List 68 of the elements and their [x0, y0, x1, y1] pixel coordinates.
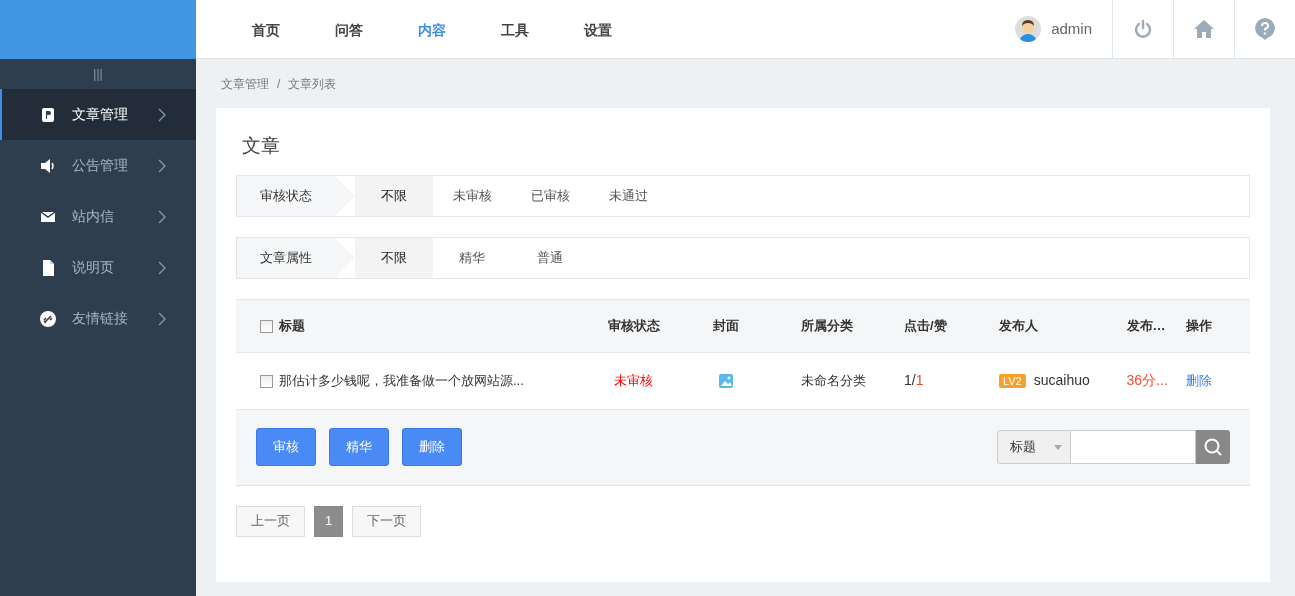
breadcrumb-separator: /	[277, 75, 281, 93]
article-title[interactable]: 那估计多少钱呢，我准备做一个放网站源...	[279, 372, 524, 388]
caret-icon	[1054, 444, 1062, 450]
nav-tab[interactable]: 首页	[224, 0, 307, 58]
sidebar-item[interactable]: 站内信	[0, 191, 196, 242]
breadcrumb-item: 文章列表	[288, 75, 337, 93]
nav-tab[interactable]: 问答	[307, 0, 390, 58]
user-name[interactable]: admin	[1051, 17, 1092, 41]
filter-label: 审核状态	[237, 175, 335, 216]
level-badge: LV2	[998, 374, 1026, 388]
search-icon	[1203, 437, 1223, 457]
sidebar-label: 文章管理	[72, 105, 129, 124]
column-header: 点击/赞	[903, 317, 947, 333]
column-header: 操作	[1186, 317, 1212, 333]
column-header: 封面	[713, 317, 739, 333]
nav-tab[interactable]: 工具	[473, 0, 556, 58]
search-button[interactable]	[1196, 430, 1230, 464]
sidebar-label: 说明页	[72, 258, 115, 277]
home-icon[interactable]	[1194, 20, 1214, 38]
action-button[interactable]: 精华	[329, 428, 389, 466]
filter-label: 文章属性	[237, 237, 335, 278]
sidebar-item[interactable]: 友情链接	[0, 293, 196, 344]
link-icon	[40, 310, 56, 327]
action-button[interactable]: 审核	[256, 428, 316, 466]
speaker-icon	[40, 157, 56, 174]
row-checkbox[interactable]	[260, 374, 273, 388]
chevron-icon	[158, 107, 166, 122]
publish-time: 36分...	[1126, 372, 1168, 388]
delete-link[interactable]: 删除	[1186, 372, 1212, 388]
sidebar-label: 友情链接	[72, 309, 129, 328]
help-icon[interactable]	[1255, 18, 1275, 40]
breadcrumb-item[interactable]: 文章管理	[221, 74, 269, 93]
filter-option[interactable]: 不限	[355, 175, 433, 216]
chevron-icon	[158, 311, 166, 326]
file-icon	[40, 259, 56, 276]
column-header: 发布人	[998, 317, 1038, 333]
nav-tab[interactable]: 设置	[556, 0, 639, 58]
column-header: 审核状态	[607, 317, 660, 333]
search-field-label: 标题	[1010, 438, 1036, 457]
sidebar-item[interactable]: 说明页	[0, 242, 196, 293]
sidebar-item[interactable]: 公告管理	[0, 140, 196, 191]
prev-page-button[interactable]: 上一页	[236, 505, 305, 537]
chevron-icon	[158, 209, 166, 224]
article-icon	[40, 106, 56, 123]
click-like-count: 1/1	[903, 372, 924, 388]
next-page-button[interactable]: 下一页	[352, 505, 422, 537]
sidebar-item[interactable]: 文章管理	[0, 89, 196, 140]
image-icon[interactable]	[719, 374, 733, 389]
category-text: 未命名分类	[801, 372, 866, 388]
chevron-icon	[158, 260, 166, 275]
action-button[interactable]: 删除	[402, 428, 462, 466]
search-input[interactable]	[1071, 430, 1196, 464]
filter-option[interactable]: 不限	[355, 237, 433, 278]
sidebar-label: 公告管理	[72, 156, 129, 175]
avatar-icon[interactable]	[1015, 16, 1042, 42]
search-field-select[interactable]: 标题	[997, 430, 1071, 464]
select-all-checkbox[interactable]	[260, 319, 273, 333]
status-text: 未审核	[614, 372, 653, 388]
column-header: 标题	[279, 317, 305, 333]
author-name: sucaihuo	[1033, 372, 1090, 388]
power-icon[interactable]	[1133, 19, 1153, 39]
sidebar-label: 站内信	[72, 207, 115, 226]
nav-tab[interactable]: 内容	[390, 0, 473, 58]
column-header: 发布…	[1126, 317, 1166, 333]
chevron-icon	[158, 158, 166, 173]
page-title: 文章	[241, 134, 281, 158]
page-button[interactable]: 1	[314, 505, 344, 537]
column-header: 所属分类	[801, 317, 853, 333]
